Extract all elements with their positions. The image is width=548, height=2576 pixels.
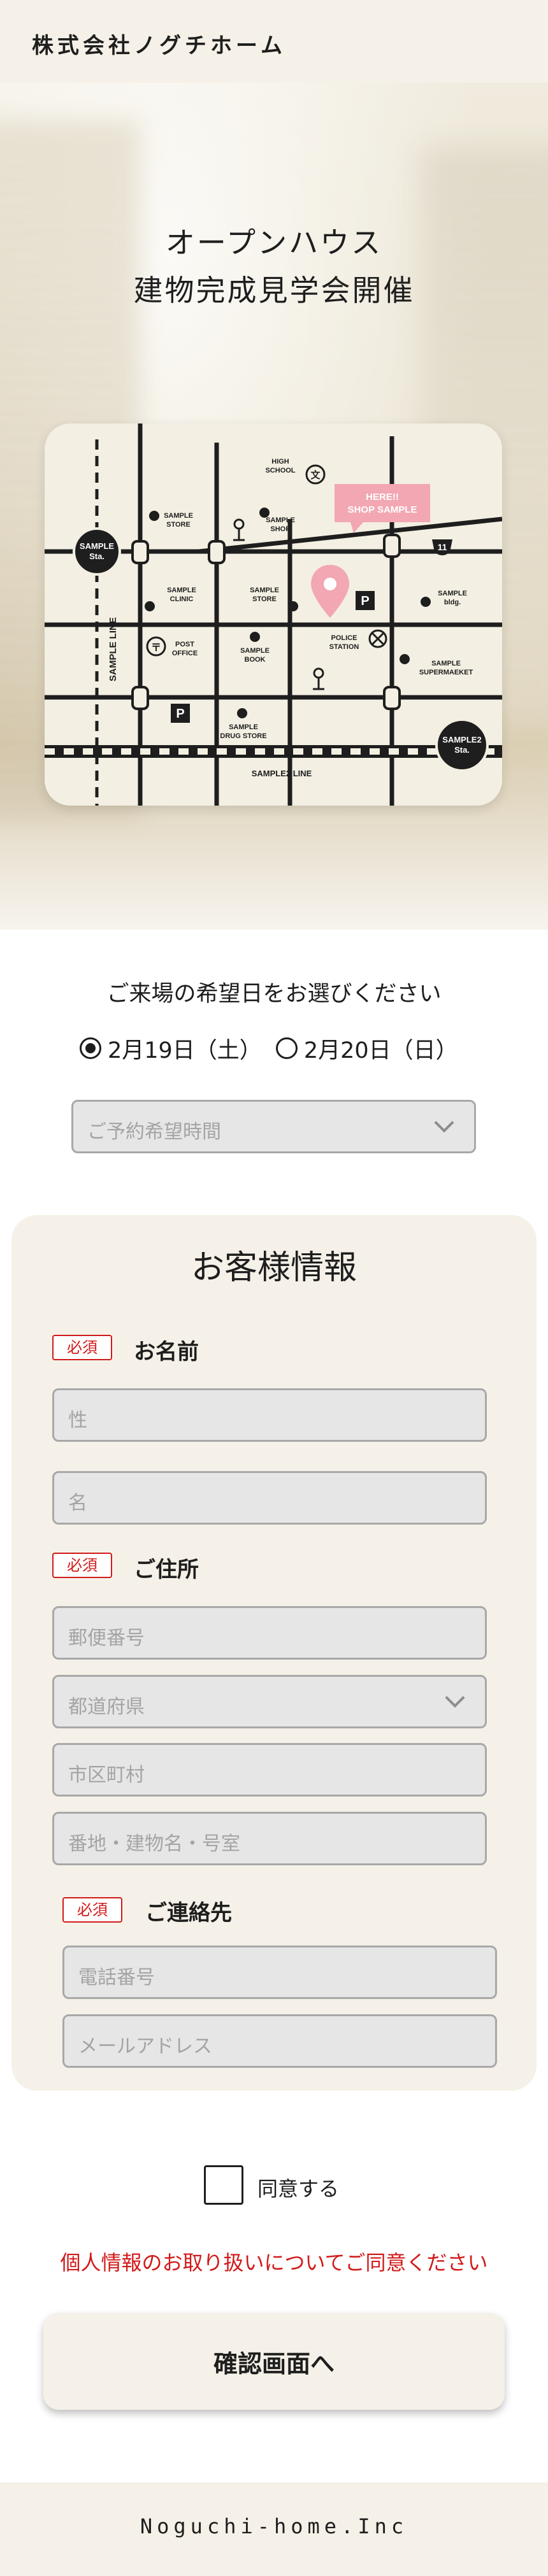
- svg-text:SHOP: SHOP: [270, 525, 290, 533]
- date-option-label: 2月20日（日）: [303, 1037, 458, 1064]
- sample2-line-label: SAMPLE2 LINE: [252, 769, 312, 778]
- address-label: ご住所: [134, 1557, 199, 1583]
- poi-sample-bldg: SAMPLE: [438, 590, 467, 597]
- privacy-warning: 個人情報のお取り扱いについてご同意ください: [60, 2251, 488, 2275]
- customer-info-title: お客様情報: [191, 1249, 357, 1287]
- street-address-input[interactable]: 番地・建物名・号室: [52, 1812, 487, 1865]
- phone-input[interactable]: 電話番号: [62, 1946, 497, 1999]
- svg-text:BOOK: BOOK: [245, 656, 266, 664]
- sample-line-label: SAMPLE LINE: [108, 617, 119, 681]
- email-input[interactable]: メールアドレス: [62, 2014, 497, 2068]
- poi-police-station: POLICE: [331, 634, 357, 642]
- svg-text:HERE!!: HERE!!: [366, 492, 399, 502]
- site-header: 株式会社ノグチホーム: [0, 0, 548, 83]
- svg-text:11: 11: [438, 542, 447, 552]
- poi-sample-book: SAMPLE: [240, 647, 270, 655]
- here-shop-callout: HERE!! SHOP SAMPLE: [335, 484, 430, 533]
- postal-code-input[interactable]: 郵便番号: [52, 1606, 487, 1660]
- poi-sample-store-2: SAMPLE: [250, 587, 279, 594]
- police-symbol: [368, 629, 387, 648]
- svg-text:〒: 〒: [151, 643, 161, 653]
- location-pin-icon: [311, 565, 349, 618]
- poi-dot: [237, 708, 247, 718]
- hero-title-line2: 建物完成見学会開催: [133, 273, 415, 308]
- date-option-0220[interactable]: 2月20日（日）: [275, 1032, 458, 1065]
- svg-text:文: 文: [310, 469, 321, 481]
- post-office-symbol: 〒: [146, 636, 166, 657]
- poi-dot: [288, 601, 298, 611]
- poi-dot: [145, 601, 155, 611]
- time-select-placeholder: ご予約希望時間: [87, 1121, 221, 1143]
- name-label: お名前: [134, 1339, 199, 1365]
- radio-selected-icon[interactable]: [80, 1037, 101, 1059]
- svg-text:OFFICE: OFFICE: [172, 650, 198, 657]
- poi-sample-drug-store: SAMPLE: [229, 723, 258, 731]
- date-selection-section: ご来場の希望日をお選びください 2月19日（土） 2月20日（日） ご予約希望時…: [0, 930, 548, 1210]
- site-footer: Noguchi-home.Inc: [0, 2482, 548, 2576]
- hero-title-line1: オープンハウス: [165, 225, 383, 260]
- svg-text:Sta.: Sta.: [454, 745, 470, 755]
- poi-dot: [400, 654, 410, 664]
- svg-text:SAMPLE2: SAMPLE2: [442, 735, 481, 744]
- parking-icon: P: [171, 704, 190, 723]
- chevron-down-icon: [434, 1113, 454, 1133]
- svg-text:CLINIC: CLINIC: [170, 595, 194, 603]
- svg-text:bldg.: bldg.: [444, 599, 461, 606]
- date-option-0219[interactable]: 2月19日（土）: [80, 1032, 262, 1065]
- poi-sample-supermarket: SAMPLE: [431, 660, 461, 667]
- access-map: SAMPLE Sta. SAMPLE2 Sta. SAMPLE LINE SAM…: [45, 423, 502, 806]
- svg-text:P: P: [361, 594, 369, 608]
- monument-symbol: [233, 518, 245, 541]
- poi-sample-store-1: SAMPLE: [164, 512, 193, 520]
- svg-text:SAMPLE: SAMPLE: [80, 541, 115, 551]
- date-options: 2月19日（土） 2月20日（日）: [80, 1032, 472, 1065]
- svg-text:SUPERMAEKET: SUPERMAEKET: [419, 669, 473, 676]
- svg-text:STATION: STATION: [329, 643, 359, 651]
- poi-sample-shop: SAMPLE: [266, 516, 295, 524]
- monument-symbol: [313, 667, 324, 690]
- poi-dot: [250, 632, 260, 642]
- svg-text:STORE: STORE: [252, 595, 277, 603]
- customer-info-form: お客様情報 必須 お名前 性 名 必須 ご住所 郵便番号 都道府県 市区町村 番…: [11, 1215, 537, 2091]
- date-question: ご来場の希望日をお選びください: [106, 981, 442, 1007]
- parking-icon: P: [356, 591, 375, 610]
- poi-dot: [421, 597, 431, 607]
- footer-copyright: Noguchi-home.Inc: [140, 2514, 408, 2538]
- contact-label: ご連絡先: [145, 1900, 232, 1926]
- poi-post-office: POST: [175, 641, 194, 648]
- first-name-input[interactable]: 名: [52, 1471, 487, 1525]
- svg-text:SCHOOL: SCHOOL: [265, 467, 295, 474]
- agree-label[interactable]: 同意する: [257, 2173, 339, 2202]
- prefecture-select[interactable]: 都道府県: [52, 1675, 487, 1728]
- required-badge: 必須: [52, 1335, 112, 1360]
- date-option-label: 2月19日（土）: [108, 1037, 262, 1064]
- sample-station-marker: SAMPLE Sta.: [73, 527, 121, 576]
- hero-section: オープンハウス 建物完成見学会開催 SAMPLE Sta. SAMPLE2 St…: [0, 83, 548, 930]
- poi-high-school: HIGH: [271, 458, 289, 466]
- radio-unselected-icon[interactable]: [275, 1037, 298, 1059]
- svg-text:P: P: [176, 707, 184, 721]
- sample2-station-marker: SAMPLE2 Sta.: [435, 718, 489, 772]
- time-select[interactable]: ご予約希望時間: [71, 1100, 476, 1153]
- svg-text:SHOP SAMPLE: SHOP SAMPLE: [348, 504, 417, 515]
- svg-text:Sta.: Sta.: [89, 551, 105, 561]
- required-badge: 必須: [52, 1553, 112, 1578]
- poi-sample-clinic: SAMPLE: [167, 587, 196, 594]
- company-logo[interactable]: 株式会社ノグチホーム: [32, 28, 286, 59]
- svg-text:DRUG STORE: DRUG STORE: [220, 732, 266, 740]
- school-symbol: 文: [305, 464, 326, 485]
- confirm-button[interactable]: 確認画面へ: [43, 2313, 505, 2410]
- poi-dot: [149, 511, 159, 521]
- last-name-input[interactable]: 性: [52, 1388, 487, 1442]
- svg-text:STORE: STORE: [166, 521, 191, 529]
- traffic-lights: [131, 534, 401, 710]
- required-badge: 必須: [62, 1897, 122, 1923]
- agree-checkbox[interactable]: [204, 2165, 243, 2205]
- chevron-down-icon: [445, 1688, 465, 1708]
- city-input[interactable]: 市区町村: [52, 1743, 487, 1797]
